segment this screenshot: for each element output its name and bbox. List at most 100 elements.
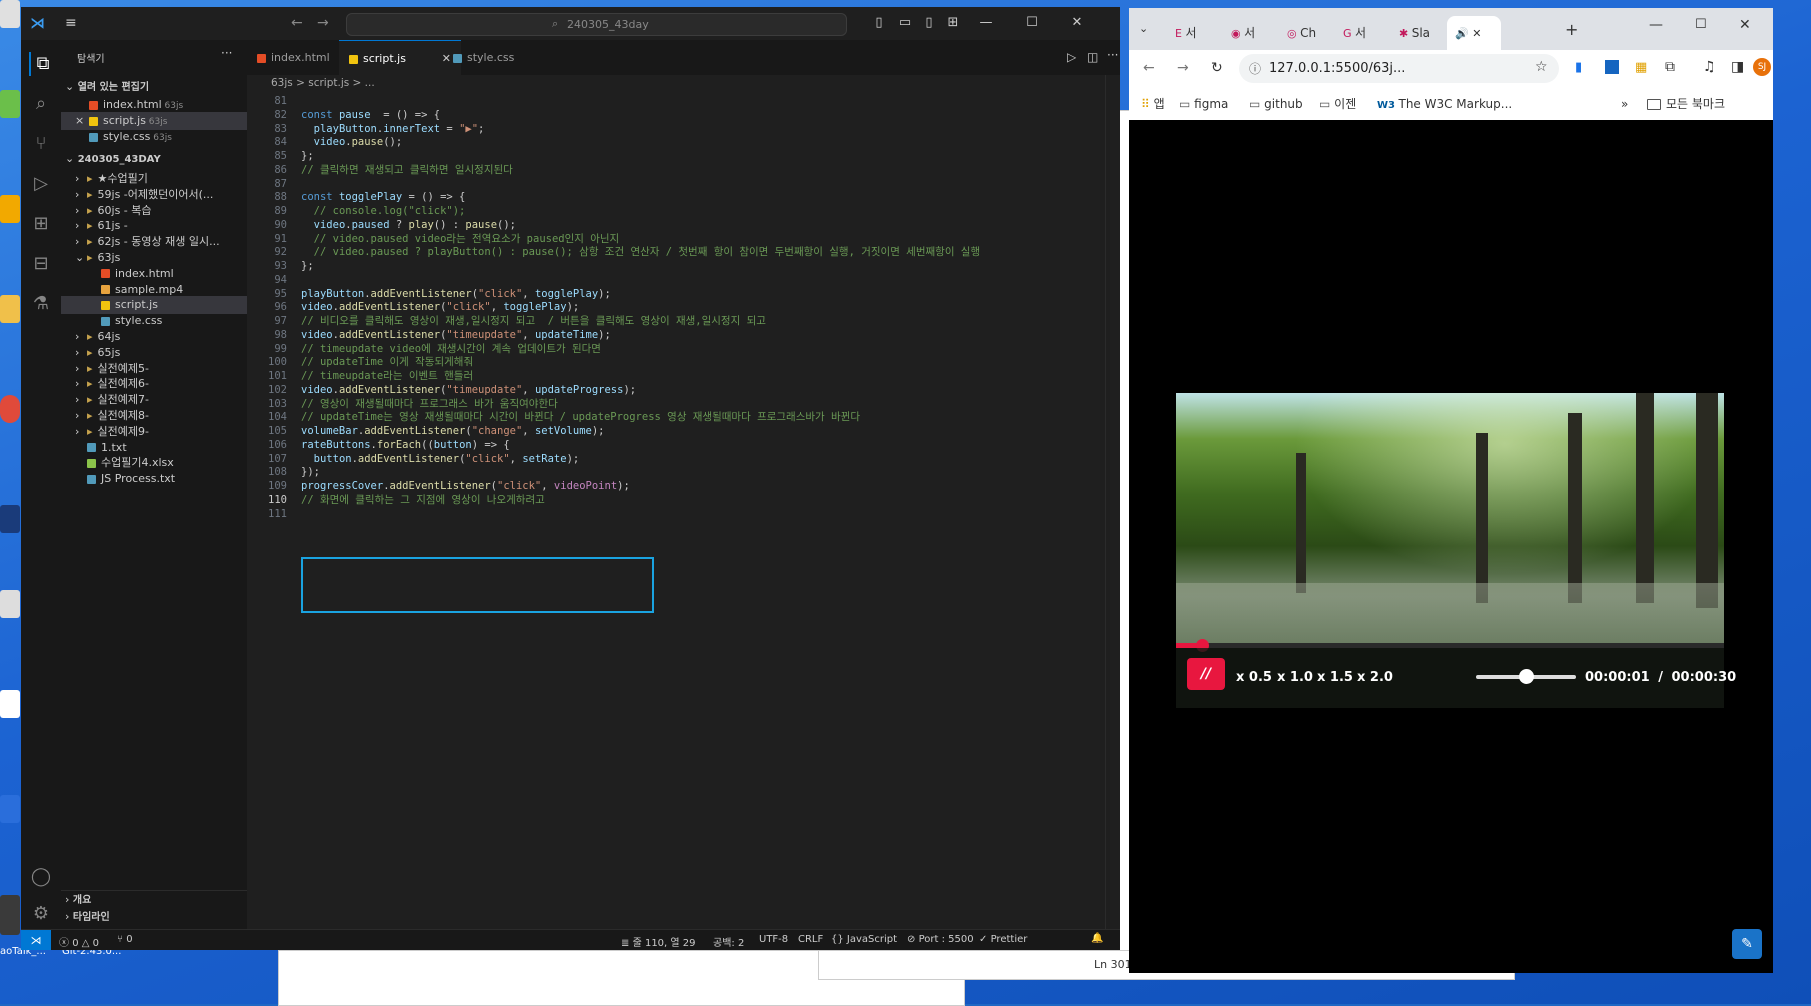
play-pause-button[interactable]: // (1187, 658, 1225, 690)
desktop-icon[interactable] (0, 895, 20, 935)
code-line[interactable]: // 화면에 클릭하는 그 지점에 영상이 나오게하려고 (301, 494, 545, 508)
desktop-icon[interactable] (0, 295, 20, 323)
account-icon[interactable]: ◯ (29, 865, 53, 889)
code-line[interactable]: // updateTime 이게 작동되게해줘 (301, 356, 473, 370)
code-line[interactable]: progressCover.addEventListener("click", … (301, 480, 630, 494)
encoding[interactable]: UTF-8 (759, 934, 788, 945)
prettier-status[interactable]: ✓ Prettier (979, 934, 1027, 945)
back-button-icon[interactable]: ← (1143, 60, 1155, 76)
browser-tab[interactable]: G 서 (1335, 16, 1389, 50)
extension-icon[interactable]: ▮ (1575, 60, 1582, 75)
remote-indicator-icon[interactable]: ⋊ (21, 930, 51, 950)
video-frame[interactable] (1176, 393, 1724, 648)
rate-button-1.5[interactable]: x 1.5 (1317, 670, 1353, 685)
notifications-bell-icon[interactable]: 🔔 (1091, 933, 1103, 944)
code-line[interactable]: volumeBar.addEventListener("change", set… (301, 425, 605, 439)
browser-tab[interactable]: ✱ Sla (1391, 16, 1445, 50)
code-line[interactable]: playButton.addEventListener("click", tog… (301, 288, 611, 302)
rate-button-0.5[interactable]: x 0.5 (1236, 670, 1272, 685)
all-bookmarks[interactable]: 모든 북마크 (1647, 88, 1725, 120)
language-mode[interactable]: {} JavaScript (831, 934, 897, 945)
open-editors-header[interactable]: ⌄ 열려 있는 편집기 (61, 78, 247, 96)
extension-icon[interactable]: ▦ (1635, 60, 1647, 75)
desktop-icon[interactable] (0, 0, 20, 28)
code-line[interactable]: video.addEventListener("timeupdate", upd… (301, 384, 636, 398)
source-control-icon[interactable]: ⑂ (29, 132, 53, 156)
desktop-icon[interactable] (0, 505, 20, 533)
code-line[interactable]: // timeupdate라는 이벤트 핸들러 (301, 370, 473, 384)
code-editor[interactable]: 63js > script.js > ... 81 82 const pause =… (247, 75, 1120, 929)
back-arrow-icon[interactable]: ← (291, 15, 303, 31)
new-tab-button[interactable]: + (1565, 20, 1578, 39)
testing-icon[interactable]: ⚗ (29, 292, 53, 316)
indentation[interactable]: 공백: 2 (713, 934, 744, 949)
search-icon[interactable]: ⌕ (29, 92, 53, 116)
file-item[interactable]: JS Process.txt (61, 470, 247, 488)
tab-search-chevron-icon[interactable]: ⌄ (1139, 22, 1148, 35)
bookmark-item[interactable]: W3 The W3C Markup... (1377, 88, 1512, 120)
profile-avatar[interactable]: SJ (1753, 58, 1771, 76)
minimize-button[interactable]: — (1649, 17, 1663, 33)
desktop-icon[interactable] (0, 590, 20, 618)
menu-icon[interactable]: ≡ (65, 15, 77, 31)
maximize-button[interactable]: ☐ (1695, 17, 1707, 32)
code-line[interactable]: // updateTime는 영상 재생될때마다 시간이 바뀐다 / updat… (301, 411, 860, 425)
rate-button-1.0[interactable]: x 1.0 (1277, 670, 1313, 685)
site-info-icon[interactable]: ⓘ (1249, 60, 1261, 77)
code-line[interactable]: // 클릭하면 재생되고 클릭하면 일시정지된다 (301, 164, 513, 178)
browser-tab[interactable]: ◉ 서 (1223, 16, 1277, 50)
run-icon[interactable]: ▷ (1067, 50, 1076, 64)
close-tab-icon[interactable]: ✕ (1472, 27, 1481, 40)
extensions-icon[interactable]: ⊞ (29, 212, 53, 236)
code-line[interactable]: // 비디오를 클릭해도 영상이 재생,일시정지 되고 / 버튼을 클릭해도 영… (301, 315, 766, 329)
browser-tab[interactable]: 🔊 ✕ (1447, 16, 1501, 50)
explorer-icon[interactable]: ⧉ (29, 52, 55, 76)
line-ending[interactable]: CRLF (798, 934, 823, 945)
code-line[interactable]: // timeupdate video에 재생시간이 계속 업데이트가 된다면 (301, 343, 601, 357)
toggle-panel-icon[interactable]: ▭ (895, 15, 915, 30)
customize-layout-icon[interactable]: ⊞ (943, 15, 963, 30)
browser-tab[interactable]: ◎ Ch (1279, 16, 1333, 50)
side-panel-icon[interactable]: ◨ (1731, 59, 1744, 75)
code-line[interactable]: // video.paused video라는 전역요소가 paused인지 아… (301, 233, 620, 247)
address-bar[interactable]: ⓘ 127.0.0.1:5500/63j... ☆ (1239, 54, 1559, 83)
close-window-button[interactable]: ✕ (1067, 15, 1087, 30)
media-controls-icon[interactable]: ♫ (1703, 59, 1716, 75)
breadcrumb[interactable]: 63js > script.js > ... (271, 77, 375, 89)
toggle-secondary-sidebar-icon[interactable]: ▯ (919, 15, 939, 30)
tab-style-css[interactable]: style.css (443, 40, 549, 75)
timeline-section[interactable]: › 타임라인 (61, 908, 247, 926)
code-line[interactable]: rateButtons.forEach((button) => { (301, 439, 510, 453)
command-center-search[interactable]: ⌕ 240305_43day (346, 13, 847, 36)
bookmark-item[interactable]: ▭ 이젠 (1319, 88, 1356, 120)
problems-indicator[interactable]: ⓧ 0 △ 0 (59, 934, 99, 949)
extension-icon[interactable] (1605, 60, 1619, 74)
edit-pen-icon[interactable]: ✎ (1732, 929, 1762, 959)
code-line[interactable]: }; (301, 260, 314, 274)
code-line[interactable]: }); (301, 466, 320, 480)
reload-button-icon[interactable]: ↻ (1211, 60, 1223, 76)
run-debug-icon[interactable]: ▷ (29, 172, 53, 196)
forward-arrow-icon[interactable]: → (317, 15, 329, 31)
code-line[interactable]: button.addEventListener("click", setRate… (301, 453, 580, 467)
minimize-button[interactable]: — (976, 15, 996, 30)
more-actions-icon[interactable]: ··· (221, 46, 232, 60)
code-line[interactable]: video.addEventListener("click", togglePl… (301, 301, 579, 315)
bookmark-item[interactable]: ▭ github (1249, 88, 1303, 120)
code-area[interactable]: 81 82 const pause = () => {83 playButton.i… (247, 95, 1120, 595)
code-line[interactable]: // console.log("click"); (301, 205, 466, 219)
code-line[interactable]: // 영상이 재생될때마다 프로그래스 바가 움직여야한다 (301, 398, 558, 412)
code-line[interactable]: const pause = () => { (301, 109, 440, 123)
volume-handle[interactable] (1519, 669, 1534, 684)
split-editor-icon[interactable]: ◫ (1087, 50, 1098, 64)
bookmark-item[interactable]: ⠿ 앱 (1141, 88, 1165, 120)
browser-tab[interactable]: E 서 (1167, 16, 1221, 50)
code-line[interactable]: // video.paused ? playButton() : pause()… (301, 246, 980, 260)
toggle-sidebar-icon[interactable]: ▯ (869, 15, 889, 30)
chrome-shortcut-icon[interactable] (0, 395, 20, 423)
code-line[interactable]: const togglePlay = () => { (301, 191, 465, 205)
forward-button-icon[interactable]: → (1177, 60, 1189, 76)
maximize-button[interactable]: ☐ (1022, 15, 1042, 30)
cursor-position[interactable]: ≣ 줄 110, 열 29 (621, 934, 696, 949)
project-header[interactable]: ⌄ 240305_43DAY (61, 150, 247, 168)
